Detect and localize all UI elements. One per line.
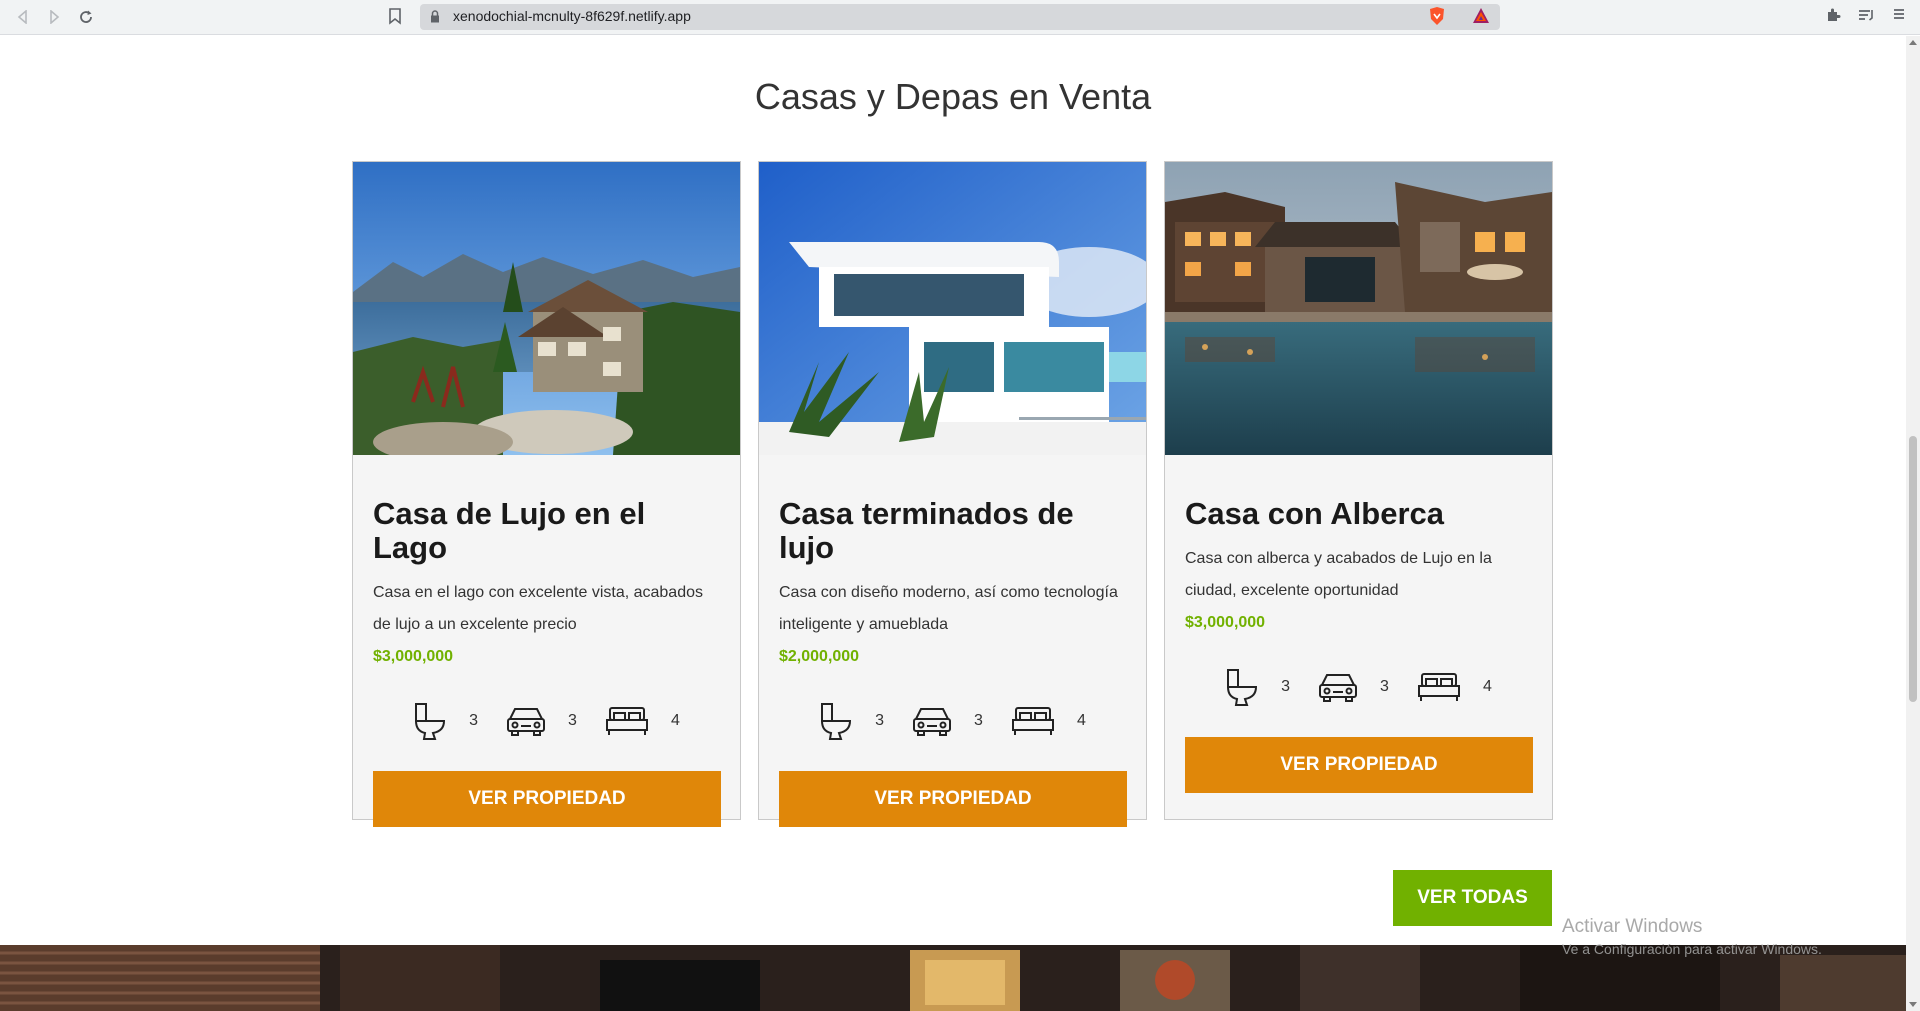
bathrooms-count: 3 [1281,678,1291,696]
feature-parking: 3 [912,705,983,737]
watermark-subtitle: Ve a Configuración para activar Windows. [1562,941,1822,957]
bedrooms-count: 4 [670,712,680,730]
listing-description: Casa en el lago con excelente vista, aca… [373,584,703,634]
toilet-icon [415,703,446,741]
section-title: Casas y Depas en Venta [754,76,1152,117]
toilet-icon [821,703,852,741]
bed-icon [1417,673,1460,702]
bed-icon [1011,707,1054,736]
listing-title: Casa de Lujo en el Lago [373,496,646,566]
car-icon [1319,674,1358,703]
parking-count: 3 [568,712,577,730]
forward-icon[interactable] [43,6,65,28]
view-property-button[interactable]: VER PROPIEDAD [373,771,721,828]
feature-parking: 3 [1318,671,1389,703]
listing-image-pool-house[interactable] [1165,162,1552,455]
url-text[interactable]: xenodochial-mcnulty-8f629f.netlify.app [453,8,691,24]
bedrooms-count: 4 [1482,678,1492,696]
feature-bedrooms: 4 [1417,671,1492,703]
feature-bedrooms: 4 [605,705,680,737]
address-bar[interactable]: xenodochial-mcnulty-8f629f.netlify.app [420,4,1500,30]
listing-card: Casa de Lujo en el Lago Casa en el lago … [352,161,741,828]
listing-features: 3 3 4 [373,699,720,743]
bedrooms-count: 4 [1076,712,1086,730]
listing-description: Casa con alberca y acabados de Lujo en l… [1185,550,1492,600]
listing-price: $3,000,000 [1185,614,1266,632]
feature-bathrooms: 3 [413,701,478,741]
car-icon [507,708,546,737]
bathrooms-count: 3 [469,712,479,730]
bathrooms-count: 3 [875,712,885,730]
parking-count: 3 [1380,678,1389,696]
listing-price: $2,000,000 [779,648,860,666]
listing-title: Casa con Alberca [1185,496,1445,531]
feature-bedrooms: 4 [1011,705,1086,737]
listing-title: Casa terminados de lujo [779,496,1074,566]
bat-rewards-icon[interactable] [1472,7,1490,25]
bookmark-icon[interactable] [388,7,406,27]
listing-image-modern-house[interactable] [759,162,1146,455]
back-icon[interactable] [12,6,34,28]
listing-description: Casa con diseño moderno, así como tecnol… [779,584,1118,634]
browser-toolbar: xenodochial-mcnulty-8f629f.netlify.app [0,0,1920,35]
parking-count: 3 [974,712,983,730]
toilet-icon [1227,669,1258,707]
feature-bathrooms: 3 [819,701,884,741]
reading-list-icon[interactable] [1856,7,1876,27]
bed-icon [605,707,648,736]
view-property-button[interactable]: VER PROPIEDAD [1185,737,1533,794]
car-icon [913,708,952,737]
lock-icon [430,10,440,23]
listing-card: Casa con Alberca Casa con alberca y acab… [1164,161,1553,820]
scrollbar-thumb[interactable] [1909,436,1917,702]
watermark-title: Activar Windows [1562,916,1703,937]
view-property-button[interactable]: VER PROPIEDAD [779,771,1127,828]
listing-price: $3,000,000 [373,648,454,666]
feature-bathrooms: 3 [1225,667,1290,707]
view-all-button[interactable]: VER TODAS [1393,870,1552,926]
page-viewport: Casas y Depas en Venta Casa de Lujo en e… [0,36,1906,1011]
menu-icon[interactable] [1889,7,1909,27]
extensions-icon[interactable] [1823,7,1843,27]
listing-features: 3 3 4 [1185,665,1532,709]
feature-parking: 3 [506,705,577,737]
scroll-down-arrow-icon[interactable] [1909,1002,1917,1007]
listings-grid: Casa de Lujo en el Lago Casa en el lago … [352,161,1553,828]
brave-shield-icon[interactable] [1428,6,1446,26]
listing-features: 3 3 4 [779,699,1126,743]
page-scrollbar[interactable] [1906,36,1920,1011]
listing-card: Casa terminados de lujo Casa con diseño … [758,161,1147,828]
windows-activation-watermark: Activar Windows Ve a Configuración para … [1562,916,1822,957]
scroll-up-arrow-icon[interactable] [1909,40,1917,45]
reload-icon[interactable] [75,6,97,28]
listing-image-lake-house[interactable] [353,162,740,455]
